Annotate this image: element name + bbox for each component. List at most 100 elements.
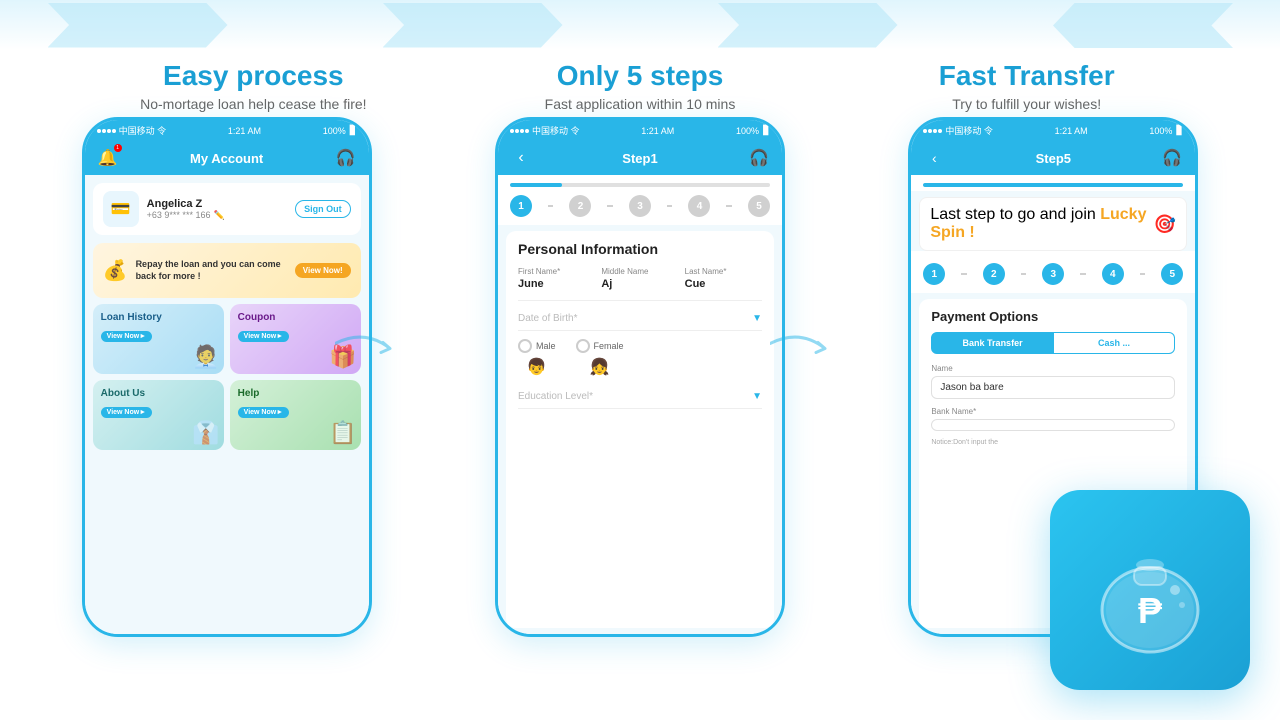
view-now-button[interactable]: View Now! bbox=[295, 263, 351, 278]
middle-name-value[interactable]: Aj bbox=[601, 278, 678, 290]
feature-fast-transfer: Fast Transfer Try to fulfill your wishes… bbox=[833, 60, 1220, 112]
money-bag-logo: ₱ bbox=[1050, 490, 1250, 690]
main-container: Easy process No-mortage loan help cease … bbox=[0, 0, 1280, 720]
name-field-input[interactable]: Jason ba bare bbox=[931, 376, 1175, 399]
step3-connector-4 bbox=[1140, 273, 1146, 275]
headset-icon[interactable]: 🎧 bbox=[335, 147, 357, 169]
signal-dot-4 bbox=[112, 129, 116, 133]
battery-2: 100% bbox=[736, 126, 759, 136]
svg-text:₱: ₱ bbox=[1138, 590, 1163, 631]
progress-bar-wrap-3 bbox=[923, 183, 1183, 187]
headset-icon-2[interactable]: 🎧 bbox=[748, 147, 770, 169]
last-name-value[interactable]: Cue bbox=[685, 278, 762, 290]
loan-history-btn[interactable]: View Now► bbox=[101, 331, 152, 342]
step-progress-3 bbox=[911, 175, 1195, 191]
time-3: 1:21 AM bbox=[1055, 126, 1088, 136]
nav-bar-1: 🔔 1 My Account 🎧 bbox=[85, 141, 369, 175]
phone-my-account: 中国移动 令 1:21 AM 100% ▊ 🔔 1 My Account bbox=[82, 117, 372, 637]
gender-male[interactable]: Male 👦 bbox=[518, 339, 556, 377]
personal-info-form: Personal Information First Name* June Mi… bbox=[506, 231, 774, 628]
status-dots-2 bbox=[510, 129, 529, 133]
feature-easy-process-subtitle: No-mortage loan help cease the fire! bbox=[140, 96, 366, 112]
bank-field-input[interactable] bbox=[931, 419, 1175, 431]
step-dot-1: 1 bbox=[510, 195, 532, 217]
gender-female[interactable]: Female 👧 bbox=[576, 339, 624, 377]
profile-name: Angelica Z bbox=[147, 198, 288, 210]
connector-2-3 bbox=[607, 205, 613, 207]
feature-5-steps-title: Only 5 steps bbox=[557, 60, 724, 92]
nav-title-1: My Account bbox=[190, 151, 263, 166]
help-card[interactable]: Help View Now► 📋 bbox=[230, 380, 361, 450]
bank-transfer-tab[interactable]: Bank Transfer bbox=[931, 332, 1054, 354]
step-dot-5: 5 bbox=[748, 195, 770, 217]
lucky-spin-text: Last step to go and join Lucky Spin ! bbox=[930, 206, 1154, 242]
headset-icon-3[interactable]: 🎧 bbox=[1161, 147, 1183, 169]
about-us-btn[interactable]: View Now► bbox=[101, 407, 152, 418]
signal-dot-3 bbox=[107, 129, 111, 133]
top-stripe bbox=[0, 0, 1280, 50]
coupon-btn[interactable]: View Now► bbox=[238, 331, 289, 342]
bell-icon[interactable]: 🔔 1 bbox=[97, 147, 119, 169]
signal-dot2-3 bbox=[520, 129, 524, 133]
step-dots-row-3: 1 2 3 4 5 bbox=[911, 251, 1195, 293]
feature-only-5-steps: Only 5 steps Fast application within 10 … bbox=[447, 60, 834, 112]
form-title: Personal Information bbox=[518, 241, 762, 257]
battery-icon-1: ▊ bbox=[350, 125, 357, 136]
help-btn[interactable]: View Now► bbox=[238, 407, 289, 418]
status-bar-3: 中国移动 令 1:21 AM 100% ▊ bbox=[911, 120, 1195, 141]
last-name-label: Last Name* bbox=[685, 267, 762, 276]
status-right-3: 100% ▊ bbox=[1149, 125, 1183, 136]
edit-icon[interactable]: ✏️ bbox=[213, 210, 224, 221]
back-icon-3[interactable]: ‹ bbox=[923, 147, 945, 169]
feature-easy-process: Easy process No-mortage loan help cease … bbox=[60, 60, 447, 112]
status-right-1: 100% ▊ bbox=[323, 125, 357, 136]
phone-content-1: 💳 Angelica Z +63 9*** *** 166 ✏️ Sign Ou… bbox=[85, 175, 369, 634]
step-dot-4: 4 bbox=[688, 195, 710, 217]
name-field-group: Name Jason ba bare bbox=[931, 364, 1175, 399]
battery-icon-2: ▊ bbox=[763, 125, 770, 136]
time-2: 1:21 AM bbox=[641, 126, 674, 136]
female-icon: 👧 bbox=[590, 357, 610, 377]
step-progress: 1 2 3 4 5 bbox=[498, 175, 782, 225]
spin-icon: 🎯 bbox=[1154, 214, 1176, 235]
step3-dot-1: 1 bbox=[923, 263, 945, 285]
lucky-spin-banner: Last step to go and join Lucky Spin ! 🎯 bbox=[919, 197, 1187, 251]
education-picker[interactable]: Education Level* ▼ bbox=[518, 385, 762, 409]
phone-frame-1: 中国移动 令 1:21 AM 100% ▊ 🔔 1 My Account bbox=[82, 117, 372, 637]
loan-history-card[interactable]: Loan History View Now► 🧑‍💼 bbox=[93, 304, 224, 374]
middle-name-label: Middle Name bbox=[601, 267, 678, 276]
notice-text: Notice:Don't input the bbox=[931, 439, 1175, 446]
bank-field-group: Bank Name* bbox=[931, 407, 1175, 431]
battery-1: 100% bbox=[323, 126, 346, 136]
step-dots: 1 2 3 4 5 bbox=[510, 195, 770, 217]
about-us-image: 👔 bbox=[192, 420, 219, 446]
first-name-group: First Name* June bbox=[518, 267, 595, 290]
feature-5-steps-subtitle: Fast application within 10 mins bbox=[545, 96, 736, 112]
step3-dot-4: 4 bbox=[1102, 263, 1124, 285]
stripe-arrow-mid2 bbox=[718, 3, 898, 48]
feature-easy-process-title: Easy process bbox=[163, 60, 344, 92]
arrow-1-2 bbox=[335, 329, 395, 374]
dob-picker[interactable]: Date of Birth* ▼ bbox=[518, 307, 762, 331]
gender-female-radio[interactable] bbox=[576, 339, 590, 353]
status-bar-1: 中国移动 令 1:21 AM 100% ▊ bbox=[85, 120, 369, 141]
name-row: First Name* June Middle Name Aj Last Nam… bbox=[518, 267, 762, 290]
nav-bar-3: ‹ Step5 🎧 bbox=[911, 141, 1195, 175]
loan-history-image: 🧑‍💼 bbox=[192, 344, 219, 370]
back-icon-2[interactable]: ‹ bbox=[510, 147, 532, 169]
about-us-card[interactable]: About Us View Now► 👔 bbox=[93, 380, 224, 450]
step3-dot-3: 3 bbox=[1042, 263, 1064, 285]
sign-out-button[interactable]: Sign Out bbox=[295, 200, 351, 218]
time-1: 1:21 AM bbox=[228, 126, 261, 136]
signal-dot3-3 bbox=[933, 129, 937, 133]
feature-fast-transfer-subtitle: Try to fulfill your wishes! bbox=[952, 96, 1101, 112]
loan-history-title: Loan History bbox=[101, 312, 216, 323]
features-row: Easy process No-mortage loan help cease … bbox=[0, 50, 1280, 117]
connector-1-2 bbox=[548, 205, 554, 207]
cash-tab[interactable]: Cash ... bbox=[1054, 332, 1176, 354]
nav-title-2: Step1 bbox=[622, 151, 657, 166]
name-field-label: Name bbox=[931, 364, 1175, 373]
gender-male-radio[interactable] bbox=[518, 339, 532, 353]
first-name-value[interactable]: June bbox=[518, 278, 595, 290]
step-dot-2: 2 bbox=[569, 195, 591, 217]
